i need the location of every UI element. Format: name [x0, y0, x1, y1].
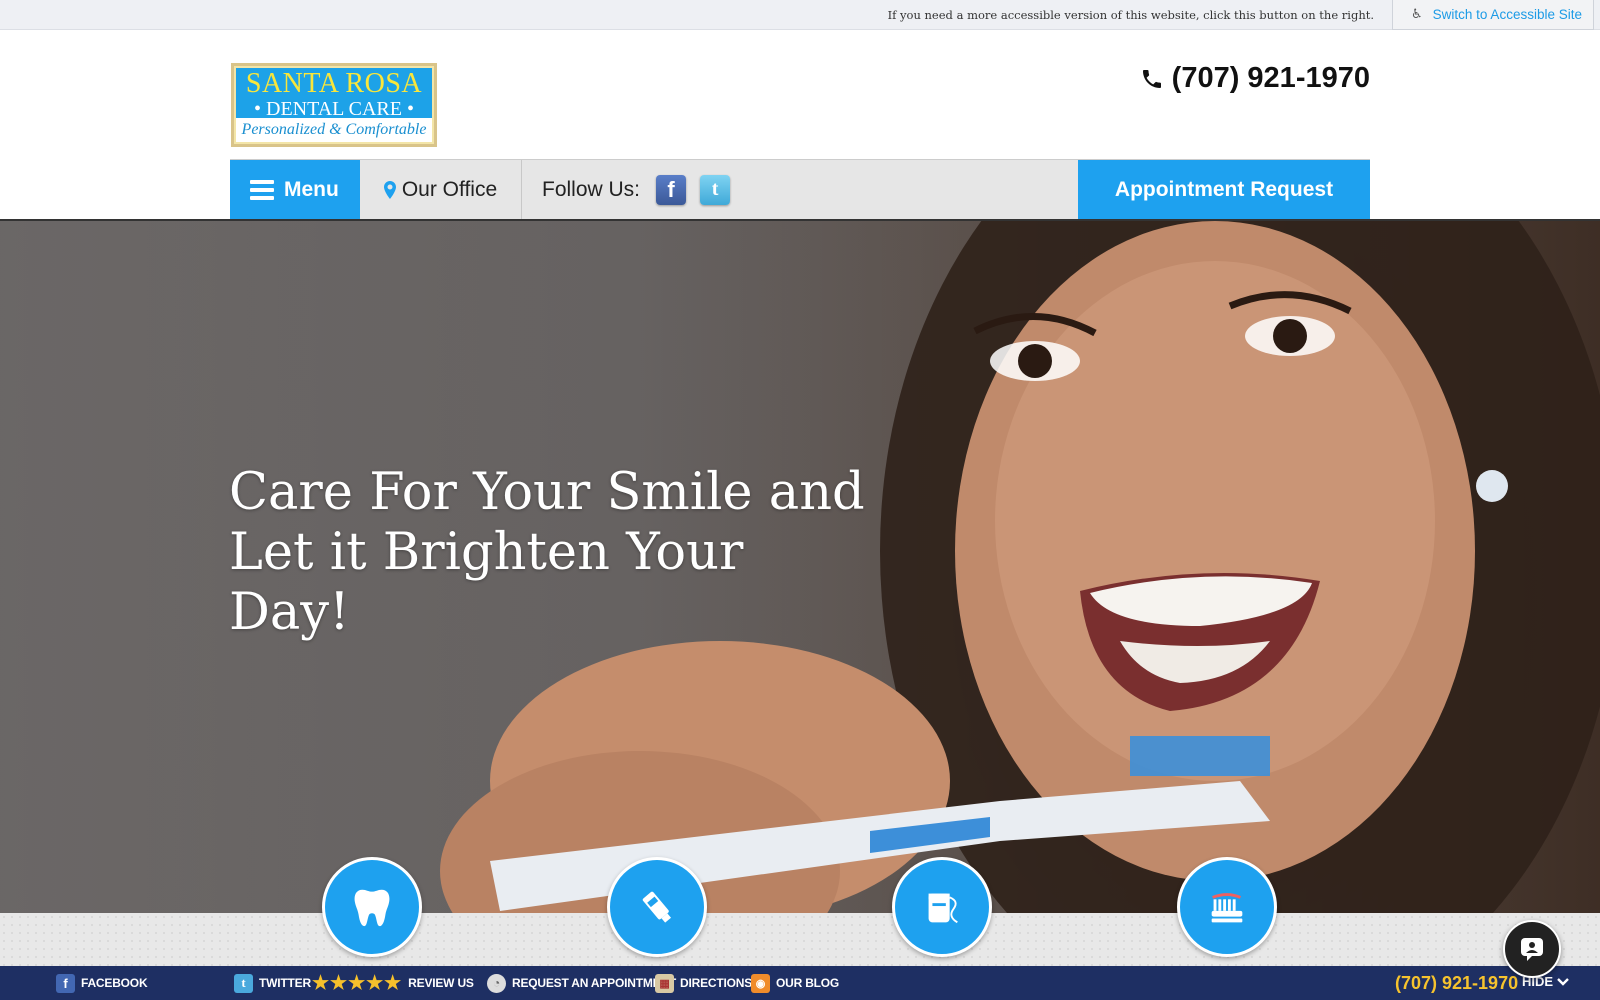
- twitter-icon[interactable]: t: [700, 174, 731, 205]
- menu-label: Menu: [284, 177, 339, 201]
- chat-button[interactable]: [1503, 920, 1561, 978]
- bottom-blog-label: OUR BLOG: [776, 976, 840, 990]
- header-phone-number: (707) 921-1970: [1171, 62, 1370, 94]
- bottom-directions-link[interactable]: ▦ DIRECTIONS: [655, 972, 752, 994]
- bottom-facebook-link[interactable]: f FACEBOOK: [56, 972, 148, 994]
- bottom-twitter-link[interactable]: t TWITTER: [234, 972, 311, 994]
- accessibility-message: If you need a more accessible version of…: [887, 8, 1374, 22]
- our-office-link[interactable]: Our Office: [360, 160, 522, 219]
- phone-icon: [1142, 69, 1161, 88]
- floss-icon[interactable]: [892, 857, 992, 957]
- chevron-down-icon: [1557, 977, 1569, 986]
- switch-accessible-site-label: Switch to Accessible Site: [1432, 7, 1582, 22]
- wheelchair-icon: ♿: [1411, 7, 1423, 22]
- logo-line2: • DENTAL CARE •: [254, 98, 414, 120]
- twitter-icon: t: [234, 973, 253, 993]
- hero-title: Care For Your Smile and Let it Brighten …: [229, 463, 869, 643]
- hamburger-icon: [250, 179, 274, 200]
- bottom-twitter-label: TWITTER: [259, 976, 311, 990]
- facebook-icon: f: [56, 973, 75, 993]
- site-header: SANTA ROSA • DENTAL CARE • Personalized …: [0, 30, 1600, 221]
- toothpaste-icon[interactable]: [607, 857, 707, 957]
- bottom-phone-link[interactable]: (707) 921-1970: [1395, 973, 1518, 994]
- feature-strip: [0, 913, 1600, 966]
- clock-icon: ◔: [487, 973, 506, 993]
- chat-icon: [1521, 938, 1543, 961]
- main-nav: Menu Our Office Follow Us: f t Appointme…: [230, 159, 1370, 219]
- hero-title-line2: Let it Brighten Your Day!: [229, 523, 744, 642]
- site-logo[interactable]: SANTA ROSA • DENTAL CARE • Personalized …: [231, 63, 437, 147]
- bottom-review-link[interactable]: ★★★★★ REVIEW US: [312, 972, 474, 994]
- appointment-request-button[interactable]: Appointment Request: [1078, 160, 1370, 219]
- tooth-icon[interactable]: [322, 857, 422, 957]
- bottom-facebook-label: FACEBOOK: [81, 976, 148, 990]
- bottom-appointment-label: REQUEST AN APPOINTMENT: [512, 976, 677, 990]
- bottom-toolbar: f FACEBOOK t TWITTER ★★★★★ REVIEW US ◔ R…: [0, 966, 1600, 1000]
- hero-title-line1: Care For Your Smile and: [229, 463, 865, 522]
- facebook-icon[interactable]: f: [656, 174, 687, 205]
- bottom-blog-link[interactable]: ◉ OUR BLOG: [751, 972, 839, 994]
- bottom-appointment-link[interactable]: ◔ REQUEST AN APPOINTMENT: [487, 972, 676, 994]
- bottom-directions-label: DIRECTIONS: [680, 976, 753, 990]
- rating-stars-icon: ★★★★★: [312, 972, 403, 994]
- logo-line1: SANTA ROSA: [245, 68, 423, 99]
- follow-us-label: Follow Us:: [542, 177, 641, 201]
- map-pin-icon: [383, 180, 396, 199]
- header-phone[interactable]: (707) 921-1970: [1140, 62, 1370, 95]
- accessibility-bar: If you need a more accessible version of…: [0, 0, 1600, 30]
- bottom-review-label: REVIEW US: [408, 976, 474, 990]
- toothbrush-icon[interactable]: [1177, 857, 1277, 957]
- switch-accessible-site-button[interactable]: ♿ Switch to Accessible Site: [1392, 0, 1594, 30]
- menu-button[interactable]: Menu: [230, 160, 360, 219]
- hero-banner: Care For Your Smile and Let it Brighten …: [0, 221, 1600, 913]
- rss-icon: ◉: [751, 973, 770, 993]
- follow-us: Follow Us: f t: [542, 160, 731, 219]
- logo-tagline: Personalized & Comfortable: [236, 118, 432, 142]
- map-icon: ▦: [655, 973, 674, 993]
- our-office-label: Our Office: [401, 177, 498, 201]
